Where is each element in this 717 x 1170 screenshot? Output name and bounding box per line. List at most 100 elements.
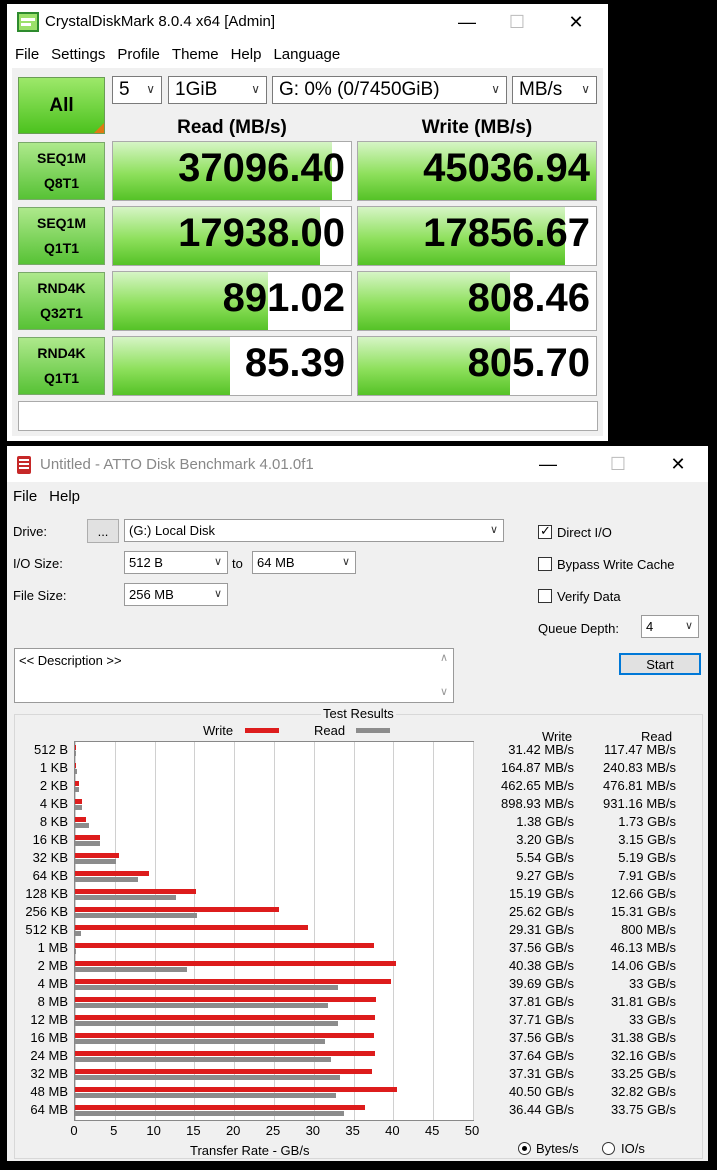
read-rate-value: 117.47 MB/s (603, 742, 676, 757)
io-per-second-radio[interactable] (602, 1142, 615, 1155)
read-bar (75, 823, 89, 828)
gridline (234, 742, 236, 1120)
y-category-label: 32 MB (30, 1066, 68, 1081)
browse-button[interactable]: ... (87, 519, 119, 543)
minimize-icon: — (539, 453, 557, 474)
atto-titlebar[interactable]: Untitled - ATTO Disk Benchmark 4.01.0f1 … (7, 446, 708, 482)
write-bar (75, 817, 86, 822)
write-result-value: 17856.67 (423, 211, 590, 255)
test-button-1[interactable]: SEQ1M Q1T1 (18, 207, 105, 265)
atto-maximize-button[interactable]: ☐ (595, 446, 641, 482)
menu-language[interactable]: Language (267, 46, 346, 63)
write-rate-value: 37.64 GB/s (508, 1048, 574, 1063)
y-category-label: 2 KB (39, 778, 68, 793)
start-button[interactable]: Start (619, 653, 701, 675)
io-to-label: to (232, 556, 243, 571)
chevron-down-icon: ∨ (684, 620, 693, 632)
read-rate-value: 476.81 MB/s (603, 778, 676, 793)
read-rate-value: 240.83 MB/s (603, 760, 676, 775)
scroll-up-icon[interactable]: ∧ (440, 651, 448, 664)
test-size-value: 1GiB (175, 79, 218, 100)
read-bar (75, 1075, 340, 1080)
drive-value: (G:) Local Disk (129, 523, 215, 538)
read-rate-value: 931.16 MB/s (603, 796, 676, 811)
transfer-rate-chart (74, 741, 474, 1121)
write-bar (75, 871, 149, 876)
test-button-0[interactable]: SEQ1M Q8T1 (18, 142, 105, 200)
verify-data-checkbox[interactable] (538, 589, 552, 603)
atto-menu-file[interactable]: File (7, 488, 43, 505)
bytes-per-second-radio[interactable] (518, 1142, 531, 1155)
read-bar (75, 1039, 325, 1044)
chevron-down-icon: ∨ (146, 82, 155, 96)
test-count-select[interactable]: 5 ∨ (112, 76, 162, 104)
test-name: RND4K (37, 345, 86, 361)
write-rate-value: 5.54 GB/s (516, 850, 574, 865)
read-result-cell: 37096.40 (112, 141, 352, 201)
bypass-write-cache-label: Bypass Write Cache (557, 557, 675, 572)
description-textarea[interactable]: << Description >> ∧ ∨ (14, 648, 454, 703)
x-tick-label: 50 (464, 1123, 480, 1138)
menu-settings[interactable]: Settings (45, 46, 111, 63)
io-size-to-select[interactable]: 64 MB ∨ (252, 551, 356, 574)
test-name: SEQ1M (36, 150, 86, 166)
write-bar (75, 781, 79, 786)
cdm-app-icon (17, 12, 39, 32)
write-bar (75, 961, 397, 966)
queue-depth-select[interactable]: 4 ∨ (641, 615, 699, 638)
read-bar (75, 805, 83, 810)
write-bar (75, 835, 101, 840)
read-result-value: 37096.40 (178, 146, 345, 190)
write-rate-value: 37.71 GB/s (508, 1012, 574, 1027)
atto-menu-help[interactable]: Help (43, 488, 86, 505)
direct-io-checkbox[interactable]: ✓ (538, 523, 552, 539)
menu-theme[interactable]: Theme (166, 46, 225, 63)
cdm-titlebar[interactable]: CrystalDiskMark 8.0.4 x64 [Admin] — ☐ ✕ (7, 4, 608, 40)
y-category-label: 24 MB (30, 1048, 68, 1063)
atto-minimize-button[interactable]: — (525, 446, 571, 482)
scroll-down-icon[interactable]: ∨ (440, 685, 448, 698)
test-size-select[interactable]: 1GiB ∨ (168, 76, 267, 104)
all-button[interactable]: All (18, 77, 105, 134)
test-button-2[interactable]: RND4K Q32T1 (18, 272, 105, 330)
menu-profile[interactable]: Profile (111, 46, 166, 63)
drive-select[interactable]: G: 0% (0/7450GiB) ∨ (272, 76, 507, 104)
test-params: Q32T1 (40, 305, 83, 321)
io-size-from-select[interactable]: 512 B ∨ (124, 551, 228, 574)
write-rate-value: 29.31 GB/s (508, 922, 574, 937)
read-bar (75, 787, 79, 792)
y-category-label: 1 KB (39, 760, 68, 775)
atto-menubar: File Help (7, 484, 86, 508)
test-button-3[interactable]: RND4K Q1T1 (18, 337, 105, 395)
menu-file[interactable]: File (9, 46, 45, 63)
close-button[interactable]: ✕ (553, 4, 599, 40)
minimize-button[interactable]: — (444, 4, 490, 40)
queue-depth-value: 4 (646, 619, 654, 634)
chevron-down-icon: ∨ (213, 556, 222, 568)
verify-data-label: Verify Data (557, 589, 621, 604)
test-params: Q1T1 (43, 240, 79, 256)
write-bar (75, 889, 196, 894)
menu-help[interactable]: Help (225, 46, 268, 63)
read-bar (75, 949, 76, 954)
write-column-header: Write (MB/s) (421, 117, 533, 138)
maximize-button[interactable]: ☐ (494, 4, 540, 40)
gridline (393, 742, 395, 1120)
y-category-label: 12 MB (30, 1012, 68, 1027)
y-category-label: 512 B (34, 742, 68, 757)
y-category-label: 16 KB (32, 832, 68, 847)
drive-select[interactable]: (G:) Local Disk ∨ (124, 519, 504, 542)
io-size-from-value: 512 B (129, 555, 163, 570)
bypass-write-cache-checkbox[interactable] (538, 557, 552, 571)
test-params: Q8T1 (43, 175, 79, 191)
write-bar (75, 1105, 366, 1110)
write-result-cell: 808.46 (357, 271, 597, 331)
chevron-down-icon: ∨ (251, 82, 260, 96)
gridline (114, 742, 116, 1120)
file-size-select[interactable]: 256 MB ∨ (124, 583, 228, 606)
unit-select[interactable]: MB/s ∨ (512, 76, 597, 104)
write-bar (75, 745, 76, 750)
write-rate-value: 40.38 GB/s (508, 958, 574, 973)
atto-close-button[interactable]: ✕ (655, 446, 701, 482)
maximize-icon: ☐ (609, 453, 627, 474)
